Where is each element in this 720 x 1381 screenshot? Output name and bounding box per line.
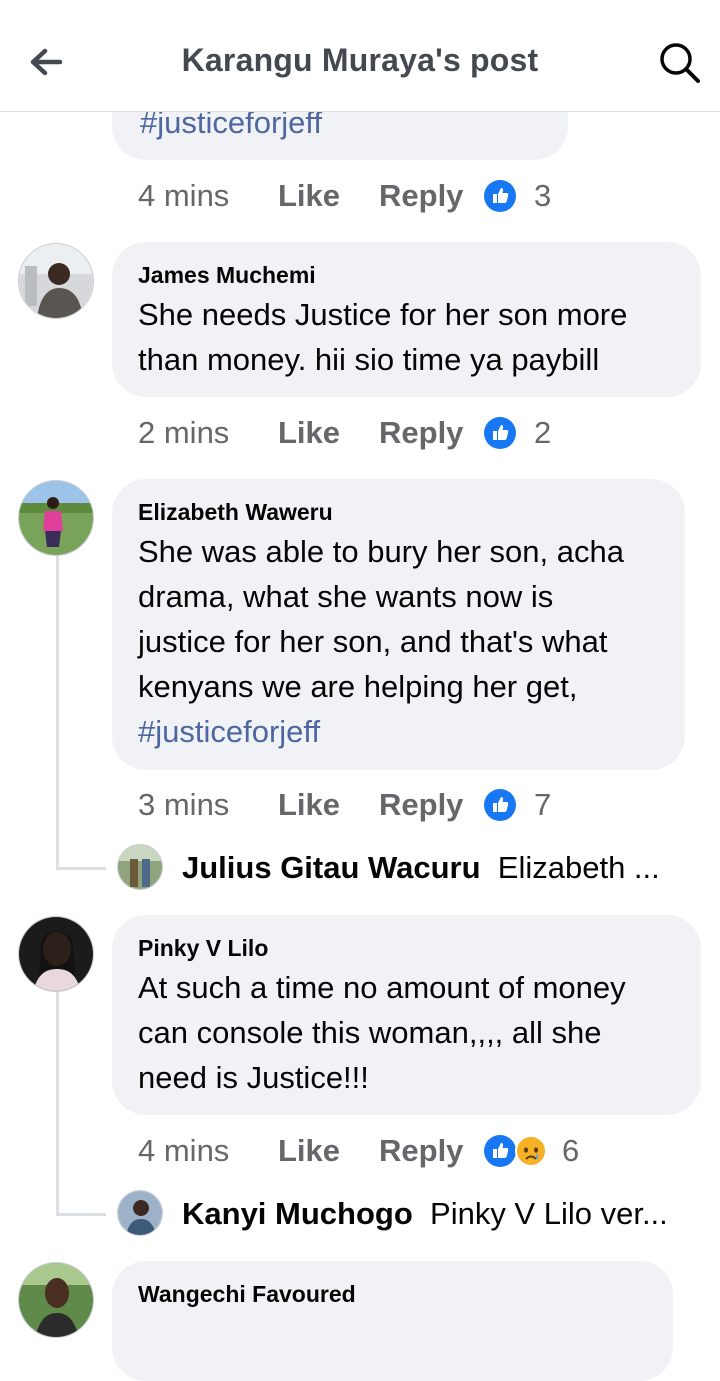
like-button[interactable]: Like: [278, 1129, 340, 1173]
comment-time: 3 mins: [138, 787, 230, 822]
comment-line: drama, what she wants now is: [138, 579, 554, 614]
reply-button[interactable]: Reply: [379, 411, 463, 455]
comment-line: kenyans we are helping her get,: [138, 669, 578, 704]
search-icon: [660, 43, 700, 83]
thread-line: [56, 867, 106, 870]
avatar[interactable]: [18, 916, 94, 992]
comment-author[interactable]: Pinky V Lilo: [138, 933, 675, 963]
comment-line: She needs Justice for her son more: [138, 297, 628, 332]
page-title: Karangu Muraya's post: [181, 42, 539, 78]
comment-time: 2 mins: [138, 415, 230, 450]
like-reaction-icon: [484, 417, 516, 449]
sad-reaction-icon: [515, 1135, 547, 1167]
comment-line: can console this woman,,,, all she: [138, 1015, 602, 1050]
comment-text: At such a time no amount of money can co…: [138, 965, 675, 1100]
reply-button[interactable]: Reply: [379, 174, 463, 218]
reply-button[interactable]: Reply: [379, 1129, 463, 1173]
comment-bubble: James Muchemi She needs Justice for her …: [112, 242, 701, 397]
thread-line: [56, 992, 59, 1216]
reply-avatar[interactable]: [117, 844, 163, 890]
like-button[interactable]: Like: [278, 783, 340, 827]
reply-snippet: Pinky V Lilo ver...: [430, 1196, 668, 1231]
reaction-count: 6: [562, 1133, 580, 1168]
comment-author[interactable]: James Muchemi: [138, 260, 675, 290]
thread-line: [56, 556, 59, 870]
comment-line: She was able to bury her son, acha: [138, 534, 624, 569]
comment-bubble: Elizabeth Waweru She was able to bury he…: [112, 479, 685, 770]
like-reaction-icon: [484, 180, 516, 212]
like-reaction-icon: [484, 1135, 516, 1167]
comment-time: 4 mins: [138, 178, 230, 213]
top-bar: Karangu Muraya's post: [0, 0, 720, 112]
comment-bubble: Pinky V Lilo At such a time no amount of…: [112, 915, 701, 1115]
comment-bubble: Wangechi Favoured: [112, 1261, 673, 1381]
reply-avatar[interactable]: [117, 1190, 163, 1236]
reply-preview[interactable]: Kanyi Muchogo Pinky V Lilo ver...: [182, 1192, 668, 1236]
comment-line: At such a time no amount of money: [138, 970, 626, 1005]
reply-button[interactable]: Reply: [379, 783, 463, 827]
reaction-count: 2: [534, 415, 552, 450]
thread-line: [56, 1213, 106, 1216]
reply-snippet: Elizabeth ...: [497, 850, 660, 885]
reaction-count: 3: [534, 178, 552, 213]
reply-author[interactable]: Julius Gitau Wacuru: [182, 850, 481, 885]
comment-author[interactable]: Wangechi Favoured: [138, 1279, 647, 1309]
search-button[interactable]: [655, 38, 705, 88]
comment-line: justice for her son, and that's what: [138, 624, 608, 659]
comment-author[interactable]: Elizabeth Waweru: [138, 497, 659, 527]
reply-preview[interactable]: Julius Gitau Wacuru Elizabeth ...: [182, 846, 660, 890]
comment-text: She needs Justice for her son more than …: [138, 292, 675, 382]
avatar[interactable]: [18, 243, 94, 319]
reaction-count: 7: [534, 787, 552, 822]
hashtag-link[interactable]: #justiceforjeff: [138, 709, 659, 754]
like-button[interactable]: Like: [278, 174, 340, 218]
comment-text: She was able to bury her son, acha drama…: [138, 529, 659, 754]
comment-line: need is Justice!!!: [138, 1060, 369, 1095]
comment-line: than money. hii sio time ya paybill: [138, 342, 600, 377]
comment-time: 4 mins: [138, 1133, 230, 1168]
avatar[interactable]: [18, 1262, 94, 1338]
like-reaction-icon: [484, 789, 516, 821]
reply-author[interactable]: Kanyi Muchogo: [182, 1196, 413, 1231]
like-button[interactable]: Like: [278, 411, 340, 455]
avatar[interactable]: [18, 480, 94, 556]
